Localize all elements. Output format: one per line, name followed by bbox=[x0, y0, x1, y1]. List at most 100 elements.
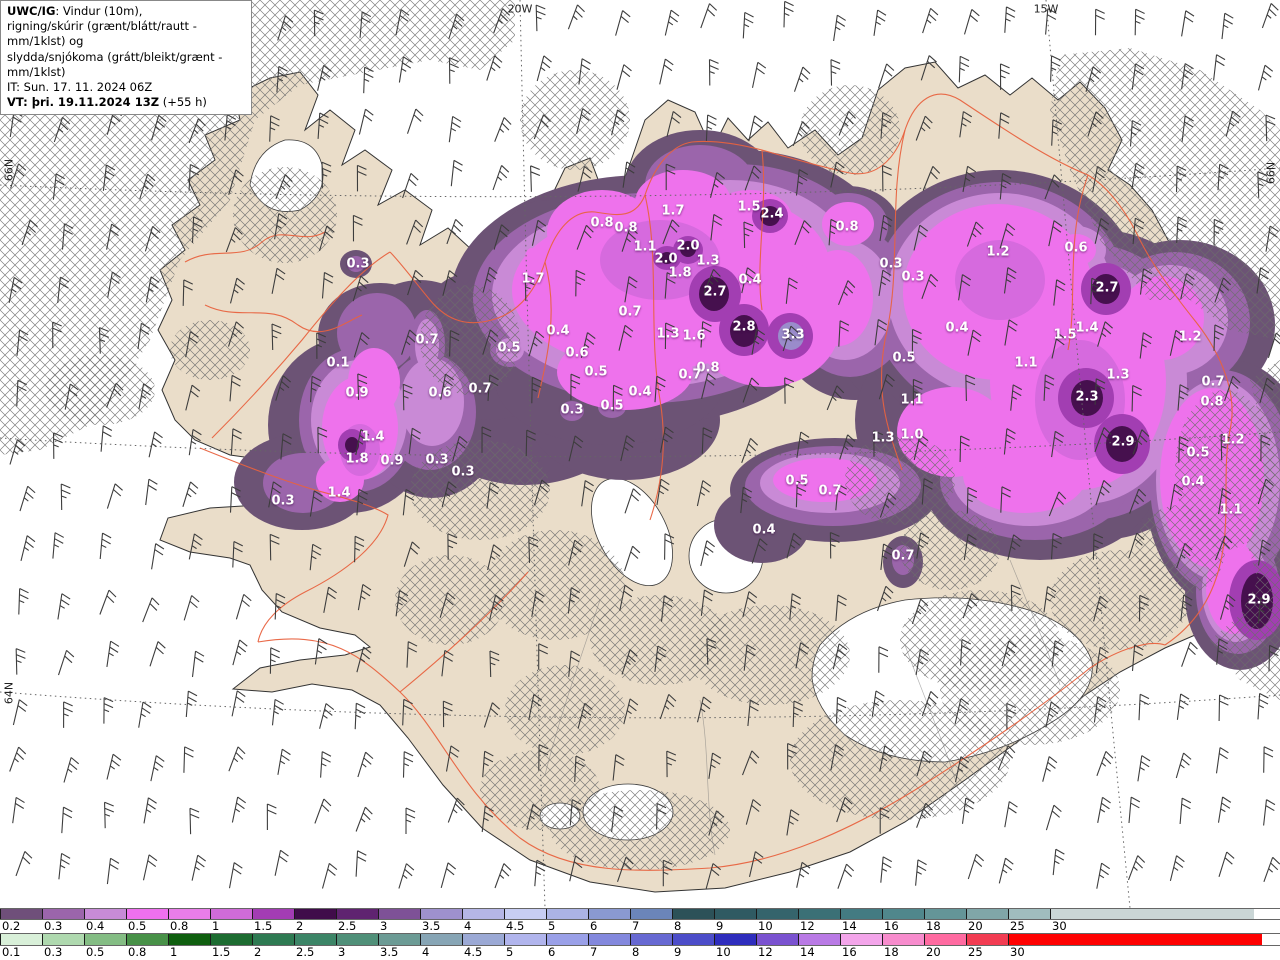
legend-color-segment bbox=[966, 934, 1008, 945]
legend-color-segment bbox=[252, 934, 294, 945]
legend-tick-label: 2.5 bbox=[296, 945, 315, 959]
legend-color-segment bbox=[924, 909, 966, 919]
legend-color-segment bbox=[546, 909, 588, 919]
legend-color-segment bbox=[714, 909, 756, 919]
legend-color-segment bbox=[1008, 909, 1050, 919]
legend-tick-label: 0.2 bbox=[2, 919, 21, 933]
legend-color-segment bbox=[336, 909, 378, 919]
title-line-1: UWC/IG: Vindur (10m), bbox=[7, 4, 143, 18]
legend-color-segment bbox=[924, 934, 966, 945]
legend-tick-label: 0.4 bbox=[86, 919, 105, 933]
legend-color-segment bbox=[504, 934, 546, 945]
legend-tick-label: 14 bbox=[842, 919, 857, 933]
legend-color-segment bbox=[966, 909, 1008, 919]
legend-color-segment bbox=[84, 934, 126, 945]
legend-tick-label: 16 bbox=[884, 919, 899, 933]
legend-tick-label: 0.8 bbox=[128, 945, 147, 959]
legend-tick-label: 4 bbox=[464, 919, 472, 933]
legend-tick-label: 3 bbox=[338, 945, 346, 959]
legend-tick-label: 30 bbox=[1052, 919, 1067, 933]
legend-color-segment bbox=[588, 909, 630, 919]
legend-color-segment bbox=[42, 934, 84, 945]
legend-tick-label: 20 bbox=[926, 945, 941, 959]
legend-color-segment bbox=[210, 934, 252, 945]
legend-tick-label: 1 bbox=[170, 945, 178, 959]
legend-color-segment bbox=[714, 934, 756, 945]
legend-color-segment bbox=[168, 909, 210, 919]
legend-color-segment bbox=[462, 934, 504, 945]
legend-color-segment bbox=[210, 909, 252, 919]
legend-color-segment bbox=[0, 909, 42, 919]
legend-color-segment bbox=[126, 909, 168, 919]
legend-tick-label: 0.3 bbox=[44, 919, 63, 933]
legend-bar-rain bbox=[0, 933, 1280, 946]
title-line-4: IT: Sun. 17. 11. 2024 06Z bbox=[7, 79, 153, 94]
legend-color-segment bbox=[420, 934, 462, 945]
legend-color-segment bbox=[42, 909, 84, 919]
title-line-5: VT: þri. 19.11.2024 13Z (+55 h) bbox=[7, 95, 207, 110]
legend-tick-label: 3.5 bbox=[380, 945, 399, 959]
legend-color-segment bbox=[126, 934, 168, 945]
legend-tick-label: 5 bbox=[548, 919, 556, 933]
legend-color-segment bbox=[672, 934, 714, 945]
legend-tick-label: 25 bbox=[968, 945, 983, 959]
title-box: UWC/IG: Vindur (10m), rigning/skúrir (gr… bbox=[0, 0, 252, 116]
legend-color-segment bbox=[252, 909, 294, 919]
legend-tick-label: 10 bbox=[716, 945, 731, 959]
legend-tick-label: 0.1 bbox=[2, 945, 21, 959]
legend-tick-label: 9 bbox=[674, 945, 682, 959]
legend-tick-label: 3.5 bbox=[422, 919, 441, 933]
legend-tick-label: 1.5 bbox=[212, 945, 231, 959]
legend-color-segment bbox=[630, 909, 672, 919]
legend-color-segment bbox=[294, 909, 336, 919]
legend-color-segment bbox=[546, 934, 588, 945]
legend-tick-label: 4.5 bbox=[464, 945, 483, 959]
legend-tick-label: 7 bbox=[632, 919, 640, 933]
legend-tick-label: 18 bbox=[926, 919, 941, 933]
legend-tick-label: 0.5 bbox=[128, 919, 147, 933]
legend-tick-label: 10 bbox=[758, 919, 773, 933]
legend-tick-label: 16 bbox=[842, 945, 857, 959]
legend-color-segment bbox=[1008, 934, 1262, 945]
legend-tick-label: 6 bbox=[590, 919, 598, 933]
legend-color-segment bbox=[756, 934, 798, 945]
legend-color-segment bbox=[798, 934, 840, 945]
legend-color-segment bbox=[1050, 909, 1254, 919]
legend-tick-label: 7 bbox=[590, 945, 598, 959]
legend-color-segment bbox=[378, 909, 420, 919]
title-line-3: slydda/snjókoma (grátt/bleikt/grænt - mm… bbox=[7, 49, 223, 79]
legend-color-segment bbox=[0, 934, 42, 945]
legend-bar-sleet-snow bbox=[0, 908, 1280, 920]
legend-tick-label: 12 bbox=[800, 919, 815, 933]
legend-tick-label: 4 bbox=[422, 945, 430, 959]
legend-color-segment bbox=[756, 909, 798, 919]
legend-tick-label: 1 bbox=[212, 919, 220, 933]
legend: 0.2 0.3 0.4 0.5 0.8 1 1.5 2 2.5 3 3.5 4 4.5 5 6 7 8 9 10 12… bbox=[0, 908, 1280, 960]
legend-tick-label: 12 bbox=[758, 945, 773, 959]
legend-color-segment bbox=[168, 934, 210, 945]
legend-color-segment bbox=[294, 934, 336, 945]
legend-color-segment bbox=[630, 934, 672, 945]
map-svg bbox=[0, 0, 1280, 908]
legend-tick-label: 5 bbox=[506, 945, 514, 959]
legend-color-segment bbox=[336, 934, 378, 945]
legend-color-segment bbox=[504, 909, 546, 919]
legend-tick-label: 30 bbox=[1010, 945, 1025, 959]
legend-tick-label: 18 bbox=[884, 945, 899, 959]
legend-color-segment bbox=[378, 934, 420, 945]
legend-tick-label: 0.8 bbox=[170, 919, 189, 933]
legend-color-segment bbox=[840, 909, 882, 919]
legend-tick-label: 9 bbox=[716, 919, 724, 933]
legend-tick-label: 2 bbox=[296, 919, 304, 933]
legend-color-segment bbox=[882, 934, 924, 945]
legend-tick-label: 2.5 bbox=[338, 919, 357, 933]
title-line-2: rigning/skúrir (grænt/blátt/rautt - mm/1… bbox=[7, 19, 197, 49]
legend-tick-label: 4.5 bbox=[506, 919, 525, 933]
legend-tick-label: 2 bbox=[254, 945, 262, 959]
weather-map-page: 1.7 0.8 0.8 1.1 2.0 2.0 1.3 1.8 1.5 2.4 0.4 2.7 2.8 3… bbox=[0, 0, 1280, 960]
legend-color-segment bbox=[420, 909, 462, 919]
legend-color-segment bbox=[672, 909, 714, 919]
legend-tick-label: 20 bbox=[968, 919, 983, 933]
legend-color-segment bbox=[588, 934, 630, 945]
legend-tick-label: 1.5 bbox=[254, 919, 273, 933]
